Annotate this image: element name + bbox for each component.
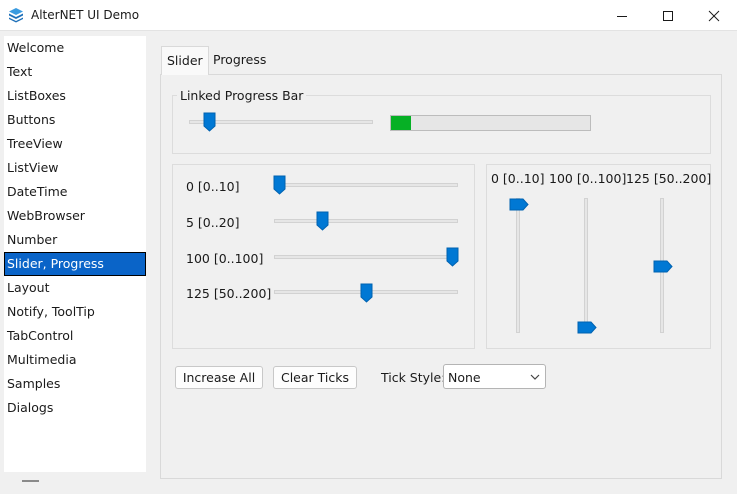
clear-ticks-button[interactable]: Clear Ticks <box>273 366 357 389</box>
maximize-button[interactable] <box>645 0 691 31</box>
hslider-label-2: 5 [0..20] <box>186 215 240 230</box>
title-bar[interactable]: AlterNET UI Demo <box>0 0 737 31</box>
linked-slider-thumb[interactable] <box>203 112 216 132</box>
sidebar-item-buttons[interactable]: Buttons <box>4 108 146 132</box>
close-button[interactable] <box>691 0 737 31</box>
chevron-down-icon <box>530 374 540 380</box>
vslider-label-1: 0 [0..10] <box>491 171 545 186</box>
window-title: AlterNET UI Demo <box>31 8 140 22</box>
sidebar-item-number[interactable]: Number <box>4 228 146 252</box>
hslider-thumb-1[interactable] <box>273 175 286 195</box>
sidebar-item-listview[interactable]: ListView <box>4 156 146 180</box>
sidebar-item-multimedia[interactable]: Multimedia <box>4 348 146 372</box>
sidebar-item-samples[interactable]: Samples <box>4 372 146 396</box>
hslider-label-4: 125 [50..200] <box>186 286 272 301</box>
vslider-thumb-1[interactable] <box>509 198 529 211</box>
tab-slider[interactable]: Slider <box>161 46 209 75</box>
sidebar-item-tabcontrol[interactable]: TabControl <box>4 324 146 348</box>
sidebar-item-treeview[interactable]: TreeView <box>4 132 146 156</box>
vslider-label-3: 125 [50..200] <box>626 171 712 186</box>
linked-progress-group-title: Linked Progress Bar <box>177 88 307 103</box>
hslider-thumb-2[interactable] <box>316 211 329 231</box>
sidebar-item-dialogs[interactable]: Dialogs <box>4 396 146 420</box>
vslider-label-2: 100 [0..100] <box>549 171 627 186</box>
hslider-track-3 <box>274 255 458 259</box>
vslider-track-2 <box>584 198 588 333</box>
sidebar-item-listboxes[interactable]: ListBoxes <box>4 84 146 108</box>
sidebar-item-text[interactable]: Text <box>4 60 146 84</box>
maximize-icon <box>663 10 673 21</box>
hslider-track-1 <box>274 183 458 187</box>
hslider-thumb-4[interactable] <box>360 283 373 303</box>
tick-style-value: None <box>448 370 481 385</box>
sidebar-item-slider-progress[interactable]: Slider, Progress <box>4 252 146 276</box>
close-icon <box>708 10 720 21</box>
hslider-track-2 <box>274 219 458 223</box>
vslider-thumb-3[interactable] <box>653 260 673 273</box>
minimize-icon <box>617 15 627 17</box>
linked-slider-track <box>189 120 373 124</box>
vslider-track-1 <box>516 198 520 333</box>
minimize-button[interactable] <box>599 0 645 31</box>
sidebar-item-webbrowser[interactable]: WebBrowser <box>4 204 146 228</box>
hslider-label-1: 0 [0..10] <box>186 179 240 194</box>
sidebar-item-welcome[interactable]: Welcome <box>4 36 146 60</box>
tab-progress[interactable]: Progress <box>208 46 271 75</box>
hslider-label-3: 100 [0..100] <box>186 251 264 266</box>
linked-progress-fill <box>391 116 411 130</box>
sidebar-item-notify-tooltip[interactable]: Notify, ToolTip <box>4 300 146 324</box>
increase-all-button[interactable]: Increase All <box>175 366 263 389</box>
vslider-thumb-2[interactable] <box>577 321 597 334</box>
app-logo-icon <box>9 8 23 23</box>
hslider-thumb-3[interactable] <box>446 247 459 267</box>
splitter-grip[interactable] <box>22 480 39 482</box>
tick-style-label: Tick Style: <box>381 370 446 385</box>
sidebar-list[interactable]: Welcome Text ListBoxes Buttons TreeView … <box>4 36 146 472</box>
linked-progress-bar <box>390 115 591 131</box>
sidebar-item-datetime[interactable]: DateTime <box>4 180 146 204</box>
sidebar-item-layout[interactable]: Layout <box>4 276 146 300</box>
tick-style-select[interactable]: None <box>443 364 546 389</box>
